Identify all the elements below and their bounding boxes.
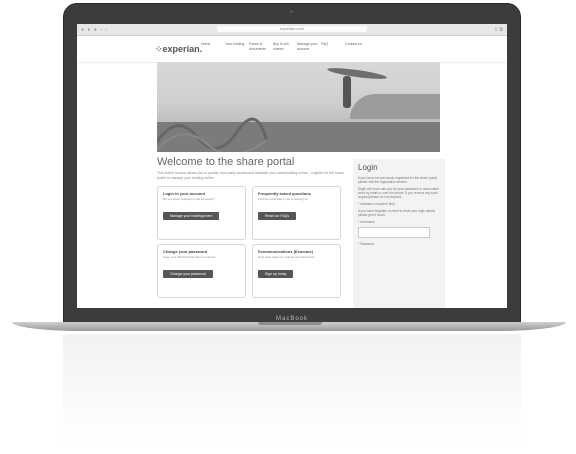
- laptop-base: [12, 322, 566, 331]
- window-controls-icon[interactable]: ● ● ● ‹ ›: [81, 27, 108, 33]
- logo-dots-icon: ⁘: [155, 44, 163, 54]
- login-security-note: Digits will never ask you for your passw…: [358, 187, 439, 199]
- card-heading: Ecommunications (Ecomms): [258, 249, 313, 254]
- surfer-figure: [343, 76, 351, 108]
- card-faq: Frequently asked questions Find the info…: [252, 186, 341, 240]
- page-title: Welcome to the share portal: [157, 156, 295, 168]
- nav-manage-account[interactable]: Manage your account: [297, 42, 321, 51]
- card-change-password: Change your password Keep your Share Por…: [157, 244, 246, 298]
- card-text: Find the information you're looking for: [258, 197, 309, 201]
- card-text: Help save paper by signing up to Ecomms: [258, 255, 315, 259]
- login-panel: Login If you have not previously registe…: [353, 159, 445, 308]
- share-icon[interactable]: ⇪ ⧉: [494, 27, 503, 33]
- camera-icon: [290, 10, 293, 13]
- nav-forms-documents[interactable]: Forms & documents: [249, 42, 273, 51]
- address-bar[interactable]: experian.com: [217, 26, 367, 32]
- site-logo[interactable]: ⁘experian.: [155, 44, 202, 55]
- surfboard-icon: [326, 65, 388, 82]
- browser-toolbar: ● ● ● ‹ › experian.com ⇪ ⧉: [77, 24, 507, 36]
- forgot-details-note: If you have forgotten or need to reset y…: [358, 209, 436, 217]
- decorative-wave-art: [157, 117, 267, 152]
- username-input[interactable]: [358, 227, 430, 238]
- manage-holdings-button[interactable]: Manage your holdings here: [163, 212, 220, 220]
- card-login: Login to your account Do you have holdin…: [157, 186, 246, 240]
- hero-image: [157, 62, 440, 152]
- laptop-reflection: [63, 334, 521, 444]
- login-register-note: If you have not previously registered fo…: [358, 176, 437, 184]
- password-label: * Password: [358, 242, 375, 246]
- read-faqs-button[interactable]: Read our FAQs: [258, 212, 297, 220]
- logo-text: experian.: [162, 44, 203, 54]
- laptop-screen: ● ● ● ‹ › experian.com ⇪ ⧉ ⁘experian. Ho…: [77, 24, 507, 308]
- laptop-notch: [258, 322, 322, 325]
- nav-buy-sell-shares[interactable]: Buy & sell shares: [273, 42, 297, 51]
- login-title: Login: [358, 163, 378, 172]
- sign-up-button[interactable]: Sign up today: [258, 270, 294, 278]
- card-text: Keep your Share Portal account secure: [163, 255, 216, 259]
- required-field-note: * indicates a required field: [358, 202, 395, 206]
- username-label: * Username: [358, 220, 375, 224]
- card-heading: Login to your account: [163, 191, 205, 196]
- card-heading: Frequently asked questions: [258, 191, 311, 196]
- intro-text: This online service allows you to quickl…: [157, 171, 344, 180]
- site-header: ⁘experian. Home Your holding Forms & doc…: [77, 36, 507, 63]
- nav-your-holding[interactable]: Your holding: [225, 42, 249, 51]
- nav-home[interactable]: Home: [201, 42, 225, 51]
- nav-faq[interactable]: FAQ: [321, 42, 345, 51]
- change-password-button[interactable]: Change your password: [163, 270, 213, 278]
- laptop-lid: ● ● ● ‹ › experian.com ⇪ ⧉ ⁘experian. Ho…: [63, 3, 521, 325]
- main-nav: Home Your holding Forms & documents Buy …: [201, 42, 369, 51]
- card-text: Do you have holdings in the company?: [163, 197, 215, 201]
- card-ecomms: Ecommunications (Ecomms) Help save paper…: [252, 244, 341, 298]
- nav-contact-us[interactable]: Contact us: [345, 42, 369, 51]
- card-heading: Change your password: [163, 249, 208, 254]
